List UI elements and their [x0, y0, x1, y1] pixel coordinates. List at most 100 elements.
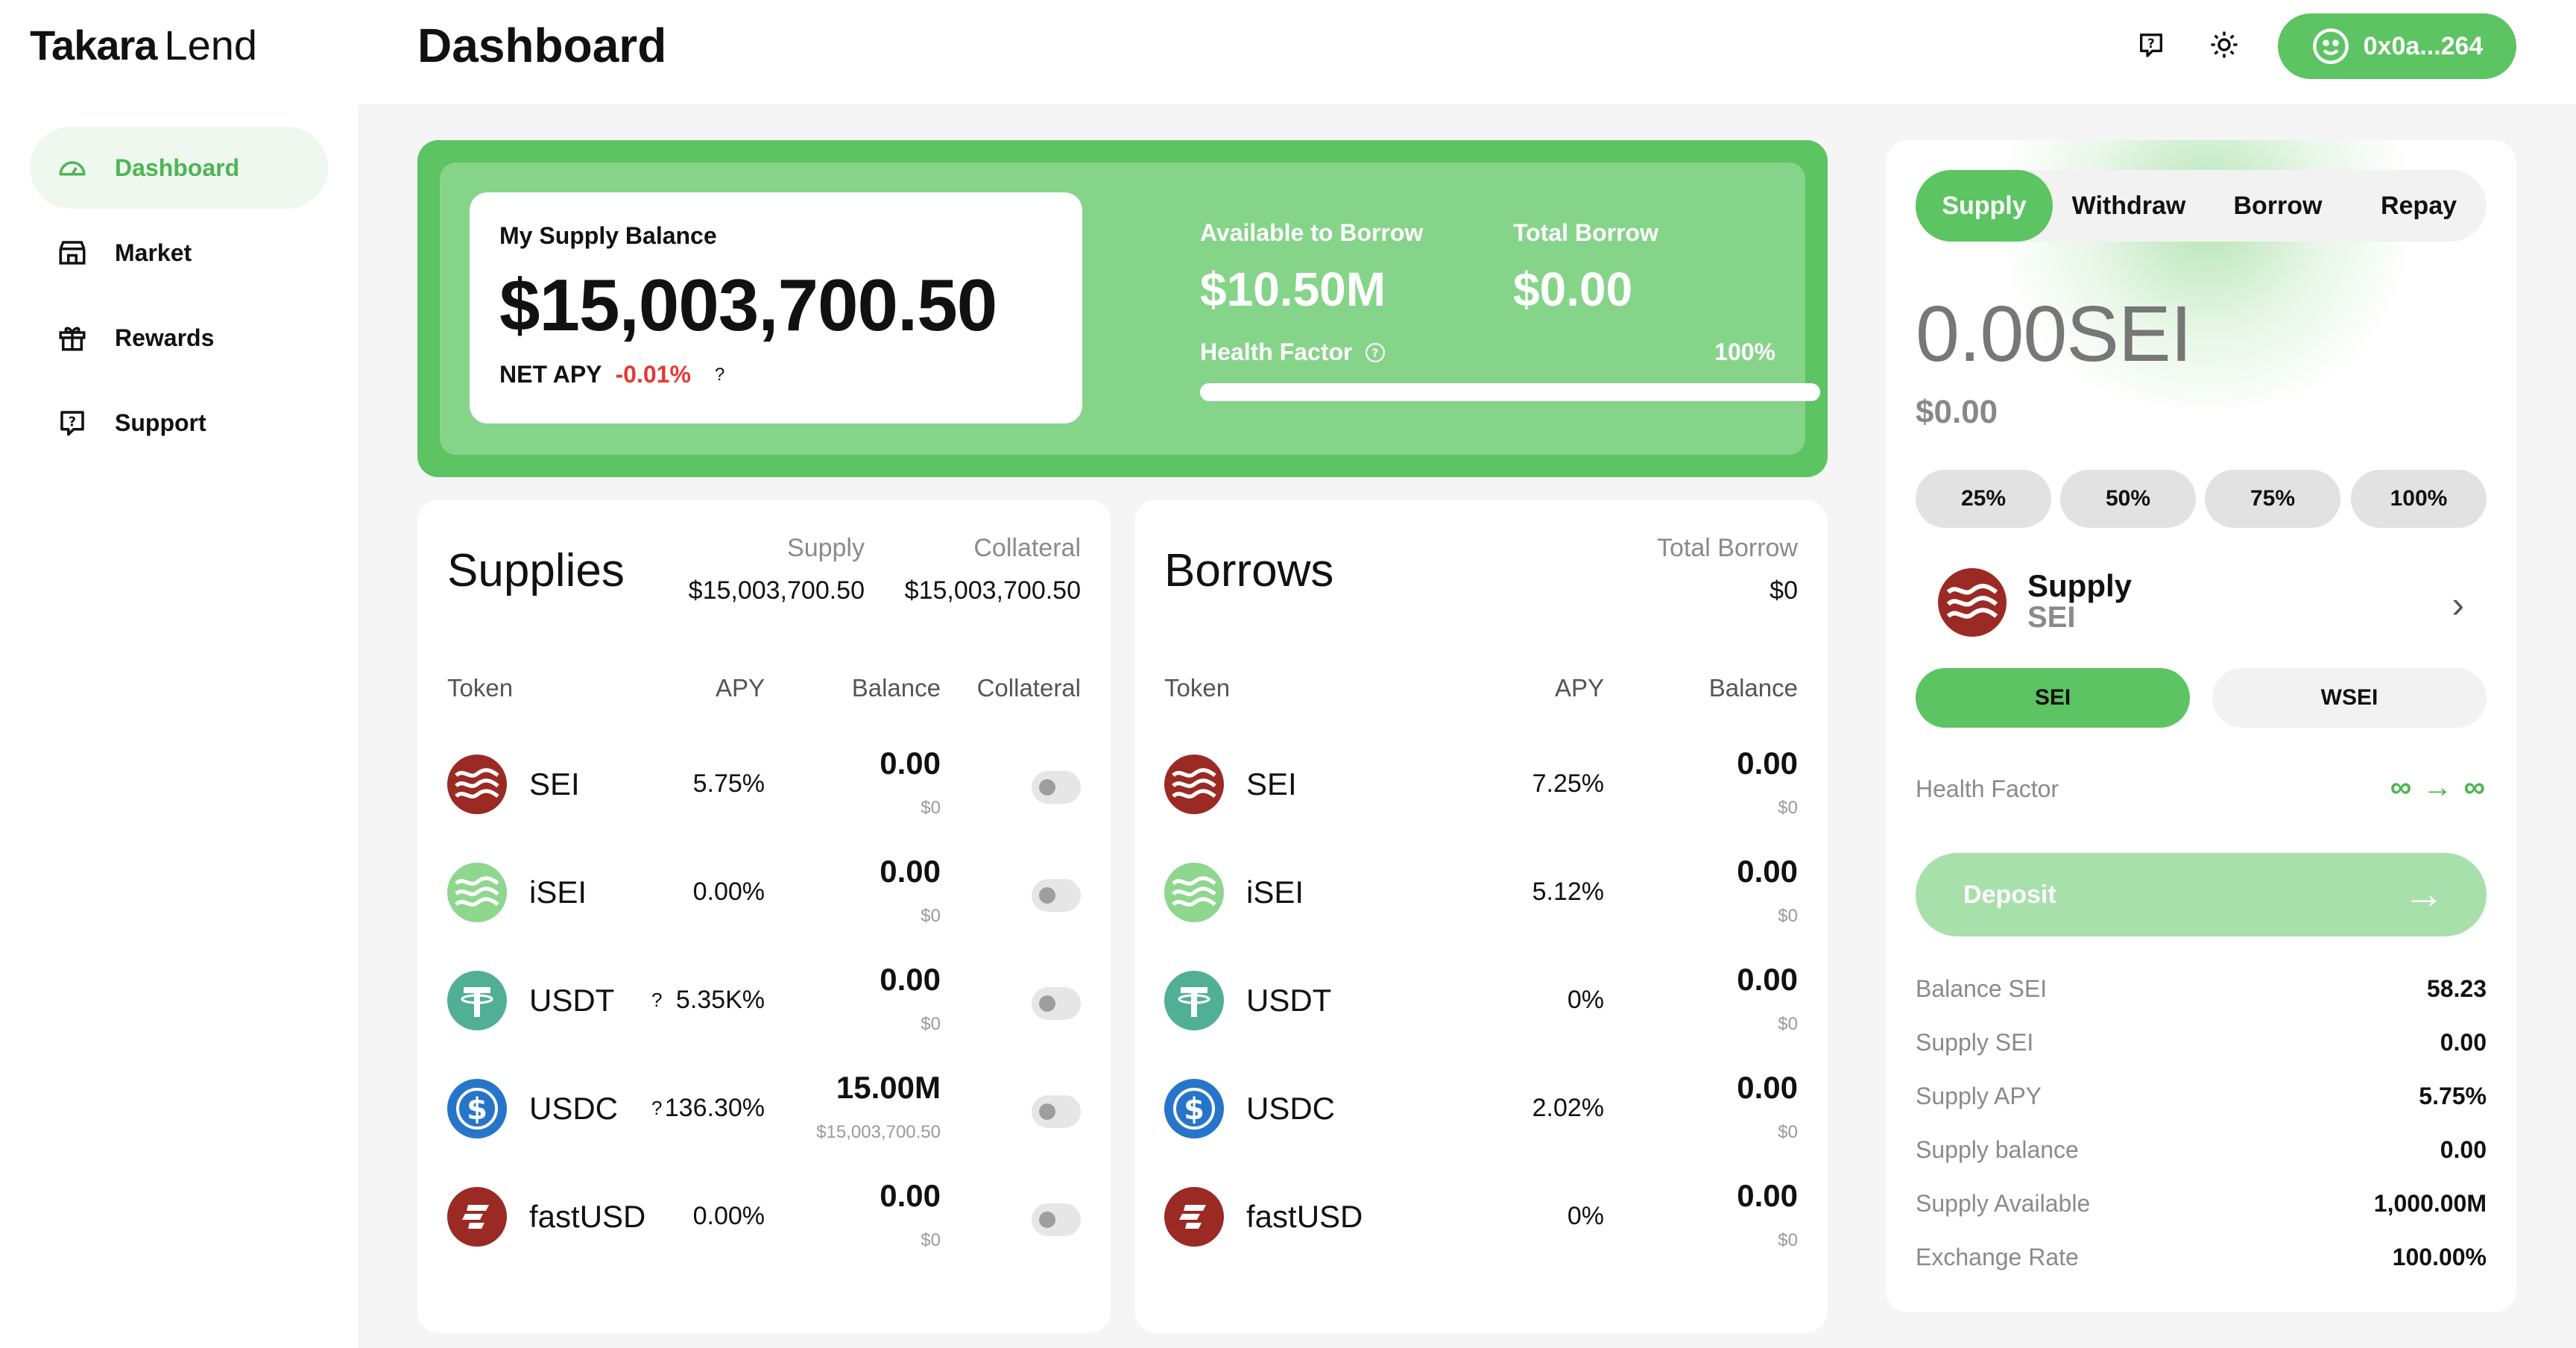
- table-row[interactable]: $ USDC 2.02% 0.00 $0: [1134, 1048, 1828, 1167]
- balance-amount: 0.00: [1737, 1178, 1798, 1213]
- collateral-toggle[interactable]: [1032, 1203, 1081, 1236]
- table-row[interactable]: iSEI 5.12% 0.00 $0: [1134, 831, 1828, 951]
- balance-usd: $0: [921, 1230, 941, 1250]
- balance-amount: 0.00: [880, 1178, 941, 1213]
- table-row[interactable]: USDT 0% 0.00 $0: [1134, 939, 1828, 1059]
- supplies-panel: Supplies Supply $15,003,700.50 Collatera…: [417, 500, 1111, 1333]
- gift-icon: [59, 327, 86, 351]
- table-row[interactable]: $ USDC? 136.30% 15.00M $15,003,700.50: [417, 1048, 1111, 1167]
- table-row[interactable]: fastUSD 0% 0.00 $0: [1134, 1156, 1828, 1275]
- sidebar-item-rewards[interactable]: Rewards: [30, 297, 328, 379]
- supplies-collateral-summary: Collateral $15,003,700.50: [905, 534, 1081, 605]
- table-row[interactable]: USDT? 5.35K% 0.00 $0: [417, 939, 1111, 1059]
- overview-banner: My Supply Balance $15,003,700.50 NET APY…: [417, 140, 1828, 477]
- token-apy: 5.12%: [1532, 878, 1604, 906]
- balance-usd: $0: [1778, 1122, 1798, 1142]
- deposit-label: Deposit: [1963, 880, 2056, 909]
- tab-supply[interactable]: Supply: [1916, 170, 2053, 242]
- table-row[interactable]: SEI 7.25% 0.00 $0: [1134, 723, 1828, 842]
- apy-info-icon[interactable]: ?: [651, 1097, 662, 1120]
- tab-borrow[interactable]: Borrow: [2205, 170, 2351, 242]
- sidebar-item-label: Rewards: [115, 324, 215, 351]
- token-balance: 0.00 $0: [1737, 962, 1798, 1035]
- borrows-total-summary: Total Borrow $0: [1657, 534, 1798, 605]
- column-header-token: Token: [1164, 674, 1231, 702]
- total-borrow: Total Borrow $0.00: [1513, 219, 1658, 317]
- usdt-token-icon: [447, 971, 507, 1030]
- theme-toggle-icon[interactable]: [2206, 27, 2242, 63]
- collateral-toggle[interactable]: [1032, 1095, 1081, 1128]
- page-title: Dashboard: [417, 19, 667, 72]
- svg-text:$: $: [467, 1092, 487, 1127]
- store-icon: [59, 241, 86, 265]
- token-apy: 0%: [1567, 986, 1604, 1014]
- token-balance: 0.00 $0: [1737, 746, 1798, 819]
- wallet-button[interactable]: 0x0a...264: [2278, 13, 2516, 79]
- token-apy: 0.00%: [692, 1202, 765, 1230]
- gauge-icon: [59, 161, 86, 176]
- action-panel: Supply Withdraw Borrow Repay 0.00SEI $0.…: [1886, 140, 2516, 1312]
- column-header-apy: APY: [1554, 674, 1604, 702]
- collateral-toggle[interactable]: [1032, 771, 1081, 804]
- collateral-summary-label: Collateral: [973, 534, 1081, 562]
- percent-25-button[interactable]: 25%: [1916, 470, 2051, 528]
- token-apy: 7.25%: [1532, 769, 1604, 798]
- detail-value: 100.00%: [2392, 1244, 2487, 1270]
- supply-balance-card: My Supply Balance $15,003,700.50 NET APY…: [470, 192, 1082, 423]
- percent-100-button[interactable]: 100%: [2351, 470, 2487, 528]
- asset-selector[interactable]: Supply SEI ›: [1916, 558, 2487, 647]
- sidebar-item-label: Market: [115, 239, 192, 266]
- balance-usd: $0: [1778, 1230, 1798, 1250]
- sidebar-item-market[interactable]: Market: [30, 212, 328, 294]
- token-name: iSEI: [529, 875, 587, 910]
- percent-50-button[interactable]: 50%: [2060, 470, 2196, 528]
- tab-withdraw[interactable]: Withdraw: [2053, 170, 2205, 242]
- detail-row: Supply Available 1,000.00M: [1916, 1190, 2487, 1235]
- token-name: USDC: [1246, 1091, 1336, 1126]
- supply-balance-label: My Supply Balance: [499, 222, 717, 249]
- table-row[interactable]: iSEI 0.00% 0.00 $0: [417, 831, 1111, 951]
- token-name: SEI: [529, 766, 580, 801]
- total-borrow-summary-value: $0: [1770, 576, 1798, 605]
- detail-value: 5.75%: [2419, 1083, 2487, 1109]
- percent-75-button[interactable]: 75%: [2205, 470, 2340, 528]
- health-factor-label: Health Factor: [1200, 338, 1353, 365]
- sei-token-icon: [1938, 568, 2007, 637]
- token-balance: 0.00 $0: [1737, 1070, 1798, 1143]
- detail-label: Exchange Rate: [1916, 1244, 2079, 1270]
- health-factor-change: ∞ → ∞: [2390, 771, 2487, 804]
- amount-input[interactable]: 0.00SEI: [1916, 289, 2192, 379]
- token-apy: 2.02%: [1532, 1094, 1604, 1122]
- help-icon[interactable]: ?: [2133, 27, 2169, 63]
- apy-info-icon[interactable]: ?: [651, 989, 662, 1012]
- brand-logo[interactable]: Takara Lend: [30, 22, 257, 69]
- total-borrow-label: Total Borrow: [1513, 219, 1658, 246]
- sidebar-item-support[interactable]: ? Support: [30, 382, 328, 464]
- token-name: iSEI: [1246, 875, 1304, 910]
- collateral-toggle[interactable]: [1032, 987, 1081, 1020]
- available-value: $10.50M: [1200, 262, 1386, 316]
- detail-label: Supply APY: [1916, 1083, 2042, 1109]
- health-factor-bar: [1200, 383, 1820, 401]
- tab-repay[interactable]: Repay: [2351, 170, 2487, 242]
- collateral-toggle[interactable]: [1032, 879, 1081, 912]
- table-row[interactable]: fastUSD 0.00% 0.00 $0: [417, 1156, 1111, 1275]
- help-icon: ?: [60, 411, 84, 436]
- balance-amount: 0.00: [1737, 854, 1798, 889]
- detail-row: Supply SEI 0.00: [1916, 1029, 2487, 1074]
- detail-value: 0.00: [2440, 1029, 2487, 1056]
- token-apy: 0.00%: [692, 878, 765, 906]
- amount-usd: $0.00: [1916, 394, 1998, 430]
- asset-variant-sei[interactable]: SEI: [1916, 668, 2190, 728]
- token-name: SEI: [1246, 766, 1297, 801]
- balance-usd: $15,003,700.50: [816, 1122, 941, 1142]
- balance-usd: $0: [1778, 798, 1798, 818]
- sidebar-item-dashboard[interactable]: Dashboard: [30, 127, 328, 209]
- table-row[interactable]: SEI 5.75% 0.00 $0: [417, 723, 1111, 842]
- token-apy: 5.35K%: [675, 986, 765, 1014]
- net-apy-info-icon[interactable]: ?: [715, 365, 724, 385]
- svg-text:?: ?: [69, 415, 76, 429]
- deposit-button[interactable]: Deposit →: [1916, 853, 2487, 936]
- info-icon[interactable]: ?: [1364, 341, 1386, 364]
- asset-variant-wsei[interactable]: WSEI: [2212, 668, 2487, 728]
